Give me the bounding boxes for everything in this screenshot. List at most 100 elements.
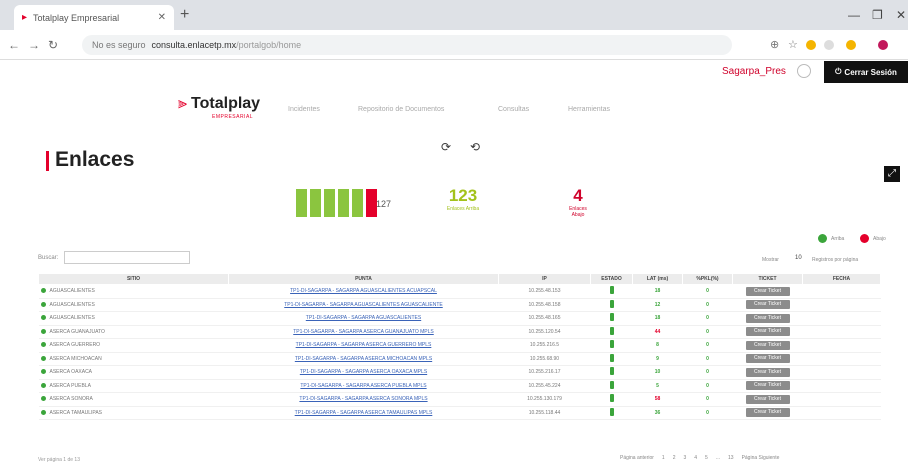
logout-button[interactable]: ⏻ Cerrar Sesión <box>824 61 908 83</box>
column-header-sitio[interactable]: SITIO <box>38 273 229 285</box>
brand-subtitle: EMPRESARIAL <box>212 114 254 120</box>
create-ticket-button[interactable]: Crear Ticket <box>745 381 790 391</box>
user-avatar[interactable] <box>797 64 811 78</box>
cell-punta-link[interactable]: TP1-DI-SAGARPA - SAGARPA ASERCA GUERRERO… <box>228 338 499 353</box>
status-up-icon <box>609 299 614 308</box>
bookmark-star-icon[interactable]: ☆ <box>788 38 798 51</box>
nav-item-incidentes[interactable]: Incidentes <box>288 106 320 113</box>
cell-latency: 58 <box>632 392 683 407</box>
browser-tab-bar: ▸ Totalplay Empresarial ✕ + — ❐ ✕ <box>0 0 908 30</box>
stat-up-value: 123 <box>448 186 478 205</box>
column-header-packet-loss[interactable]: %PKL(%) <box>682 273 733 285</box>
column-header-punta[interactable]: PUNTA <box>228 273 499 285</box>
cell-punta-link[interactable]: TP1-DI-SAGARPA - SAGARPA ASERCA OAXACA M… <box>228 365 499 380</box>
pagination: Página anterior 1 2 3 4 5... 13 Página Siguient… <box>620 455 779 461</box>
back-icon[interactable]: ← <box>8 38 20 52</box>
minimize-icon[interactable]: — <box>848 8 860 22</box>
new-tab-button[interactable]: + <box>180 6 189 24</box>
status-dot-icon <box>40 396 46 402</box>
cell-fecha <box>802 311 881 326</box>
sitio-name: ASERCA GUERRERO <box>49 342 101 349</box>
nav-item-consultas[interactable]: Consultas <box>498 106 529 113</box>
cell-estado <box>590 311 633 326</box>
sitio-name: AGUASCALIENTES <box>49 315 95 322</box>
column-header-estado[interactable]: ESTADO <box>590 273 633 285</box>
create-ticket-button[interactable]: Crear Ticket <box>745 300 790 310</box>
create-ticket-button[interactable]: Crear Ticket <box>745 313 790 323</box>
cell-punta-link[interactable]: TP1-DI-SAGARPA - SAGARPA ASERCA PUEBLA M… <box>228 379 499 393</box>
extension-icon[interactable] <box>824 40 834 50</box>
undo-icon[interactable]: ⟲ <box>470 140 480 154</box>
cell-estado <box>590 338 633 353</box>
page-size-select[interactable]: 10 <box>795 255 802 261</box>
create-ticket-button[interactable]: Crear Ticket <box>745 354 790 364</box>
cell-punta-link[interactable]: TP1-DI-SAGARPA - SAGARPA AGUASCALIENTES <box>228 311 499 326</box>
page-number-button[interactable]: 1 <box>662 455 665 461</box>
status-dot-icon <box>40 369 46 375</box>
create-ticket-button[interactable]: Crear Ticket <box>745 340 790 350</box>
prev-page-button[interactable]: Página anterior <box>620 455 654 461</box>
refresh-icon[interactable]: ⟳ <box>441 140 451 154</box>
nav-item-herramientas[interactable]: Herramientas <box>568 106 610 113</box>
page-number-button[interactable]: 4 <box>694 455 697 461</box>
cell-latency: 12 <box>632 298 683 312</box>
maximize-icon[interactable]: ❐ <box>872 8 883 22</box>
cell-latency: 10 <box>632 365 683 380</box>
cell-punta-link[interactable]: TP1-DI-SAGARPA - SAGARPA ASERCA SONORA M… <box>228 392 499 407</box>
close-tab-icon[interactable]: ✕ <box>158 12 166 23</box>
column-header-latency[interactable]: LAT (ms) <box>632 273 683 285</box>
status-gauge <box>296 189 377 217</box>
create-ticket-button[interactable]: Crear Ticket <box>745 394 790 404</box>
browser-tab[interactable]: ▸ Totalplay Empresarial ✕ <box>14 5 174 30</box>
cell-punta-link[interactable]: TP1-DI-SAGARPA - SAGARPA ASERCA GUANAJUA… <box>228 325 499 339</box>
stat-down-value: 4 <box>573 186 583 205</box>
legend-up: Arriba <box>818 234 844 243</box>
create-ticket-button[interactable]: Crear Ticket <box>745 327 790 337</box>
cell-punta-link[interactable]: TP1-DI-SAGARPA - SAGARPA AGUASCALIENTES … <box>228 284 499 299</box>
column-header-ticket[interactable]: TICKET <box>732 273 803 285</box>
extension-icon[interactable] <box>806 40 816 50</box>
extension-icon[interactable] <box>846 40 856 50</box>
search-input[interactable] <box>64 251 190 264</box>
expand-icon[interactable]: ⤢ <box>884 166 900 182</box>
forward-icon[interactable]: → <box>28 38 40 52</box>
address-bar[interactable]: No es seguro consulta.enlacetp.mx /porta… <box>82 35 732 55</box>
legend-down-label: Abajo <box>873 235 886 242</box>
url-host: consulta.enlacetp.mx <box>151 40 237 50</box>
cell-punta-link[interactable]: TP1-DI-SAGARPA - SAGARPA ASERCA TAMAULIP… <box>228 406 499 420</box>
cell-punta-link[interactable]: TP1-DI-SAGARPA - SAGARPA AGUASCALIENTES … <box>228 298 499 312</box>
legend-down: Abajo <box>860 234 886 243</box>
zoom-icon[interactable]: ⊕ <box>770 38 779 51</box>
brand-logo[interactable]: ⫸ Totalplay <box>178 95 260 113</box>
column-header-fecha[interactable]: FECHA <box>802 273 881 285</box>
cell-estado <box>590 284 633 299</box>
cell-sitio: ASERCA GUANAJUATO <box>38 325 229 339</box>
page-number-button[interactable]: 13 <box>728 455 734 461</box>
status-dot-icon <box>40 342 46 348</box>
status-up-icon <box>609 380 614 389</box>
next-page-button[interactable]: Página Siguiente <box>742 455 780 461</box>
cell-sitio: ASERCA SONORA <box>38 392 229 407</box>
brand-name: Totalplay <box>191 95 261 112</box>
cell-ip: 10.255.130.179 <box>498 392 591 407</box>
sitio-name: ASERCA MICHOACAN <box>49 355 102 362</box>
create-ticket-button[interactable]: Crear Ticket <box>745 367 790 377</box>
cell-punta-link[interactable]: TP1-DI-SAGARPA - SAGARPA ASERCA MICHOACA… <box>228 352 499 366</box>
nav-item-repositorio[interactable]: Repositorio de Documentos <box>358 106 444 113</box>
window-close-icon[interactable]: ✕ <box>896 8 906 22</box>
power-icon: ⏻ <box>835 67 842 76</box>
profile-avatar[interactable] <box>878 40 888 50</box>
page-number-button[interactable]: 5 <box>705 455 708 461</box>
status-dot-icon <box>40 382 46 388</box>
cell-estado <box>590 298 633 312</box>
column-header-ip[interactable]: IP <box>498 273 591 285</box>
create-ticket-button[interactable]: Crear Ticket <box>745 286 790 296</box>
cell-latency: 9 <box>632 352 683 366</box>
status-dot-icon <box>40 288 46 294</box>
reload-icon[interactable]: ↻ <box>48 38 58 52</box>
page-number-button[interactable]: ... <box>716 455 720 461</box>
page-number-button[interactable]: 3 <box>683 455 686 461</box>
create-ticket-button[interactable]: Crear Ticket <box>745 408 790 418</box>
page-number-button[interactable]: 2 <box>673 455 676 461</box>
user-name[interactable]: Sagarpa_Pres <box>722 66 786 77</box>
